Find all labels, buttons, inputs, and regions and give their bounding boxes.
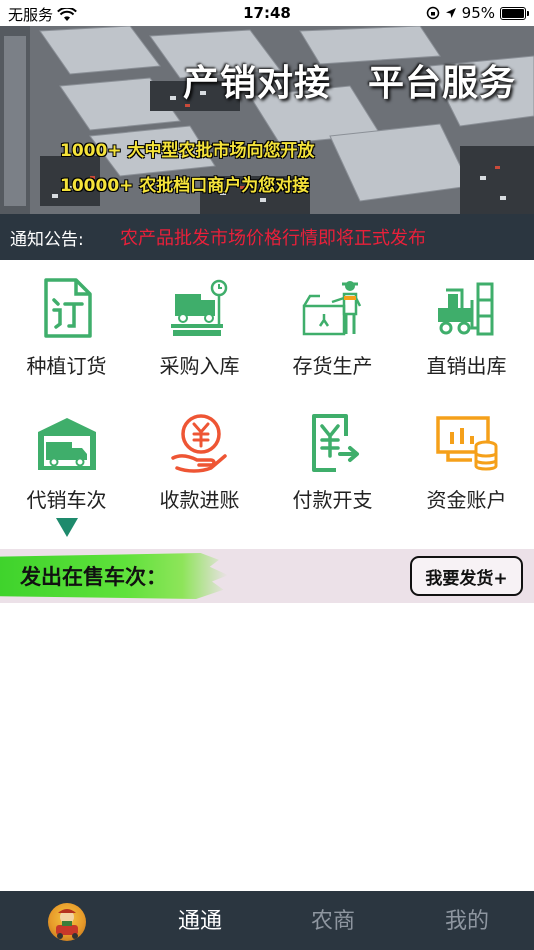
grid-item-fund-account[interactable]: 资金账户: [400, 402, 533, 522]
banner-line-1: 1000+ 大中型农批市场向您开放: [60, 141, 315, 161]
section-bar: 发出在售车次： 我要发货+: [0, 549, 534, 603]
status-bar: 无服务 17:48 95%: [0, 0, 534, 26]
ship-goods-button[interactable]: 我要发货+: [410, 556, 523, 596]
location-icon: [445, 7, 456, 18]
battery-icon: [500, 6, 529, 20]
grid-item-planting-order[interactable]: 种植订货: [0, 268, 133, 388]
app-logo-icon[interactable]: [48, 903, 86, 941]
grid-label: 代销车次: [26, 488, 107, 512]
farmer-mascot-icon: [56, 909, 78, 939]
payment-expense-icon: [311, 414, 359, 472]
inventory-worker-icon: [302, 281, 361, 336]
grid-item-payment-expense[interactable]: 付款开支: [266, 402, 399, 522]
banner-line-2: 10000+ 农批档口商户为您对接: [60, 176, 310, 196]
grid-item-consignment-trips[interactable]: 代销车次: [0, 402, 133, 522]
grid-label: 采购入库: [159, 354, 240, 378]
tab-nongshang[interactable]: 农商: [293, 903, 373, 935]
orientation-lock-icon: [426, 6, 439, 20]
grid-item-direct-sales[interactable]: 直销出库: [400, 268, 533, 388]
tab-bar: 通通 农商 我的: [0, 891, 534, 950]
grid-item-inventory-production[interactable]: 存货生产: [266, 268, 399, 388]
notice-text[interactable]: 农产品批发市场价格行情即将正式发布: [120, 224, 426, 250]
grid-label: 存货生产: [292, 354, 373, 378]
fund-account-icon: [435, 416, 497, 471]
banner-headline: 产销对接 平台服务: [182, 63, 516, 104]
battery-percent: 95%: [461, 4, 495, 22]
forklift-icon: [437, 282, 493, 336]
grid-label: 资金账户: [426, 488, 507, 512]
purchase-scale-icon: [170, 279, 227, 336]
selection-caret-icon: [56, 518, 78, 537]
grid-item-receive-payment[interactable]: 收款进账: [133, 402, 266, 522]
tab-tongtong[interactable]: 通通: [160, 903, 240, 935]
grid-item-purchase-stock[interactable]: 采购入库: [133, 268, 266, 388]
grid-label: 直销出库: [426, 354, 507, 378]
notice-bar[interactable]: 通知公告: 农产品批发市场价格行情即将正式发布: [0, 214, 534, 260]
notice-label: 通知公告:: [10, 229, 84, 250]
grid-label: 种植订货: [26, 354, 107, 378]
receive-payment-icon: [170, 414, 227, 473]
order-document-icon: [43, 278, 92, 338]
status-right: 95%: [426, 4, 529, 22]
grid-label: 收款进账: [159, 488, 240, 512]
grid-label: 付款开支: [292, 488, 373, 512]
consignment-truck-icon: [37, 418, 96, 470]
tab-mine[interactable]: 我的: [427, 903, 507, 935]
section-title: 发出在售车次：: [20, 565, 167, 589]
promo-banner[interactable]: 产销对接 平台服务 1000+ 大中型农批市场向您开放 10000+ 农批档口商…: [0, 26, 534, 214]
